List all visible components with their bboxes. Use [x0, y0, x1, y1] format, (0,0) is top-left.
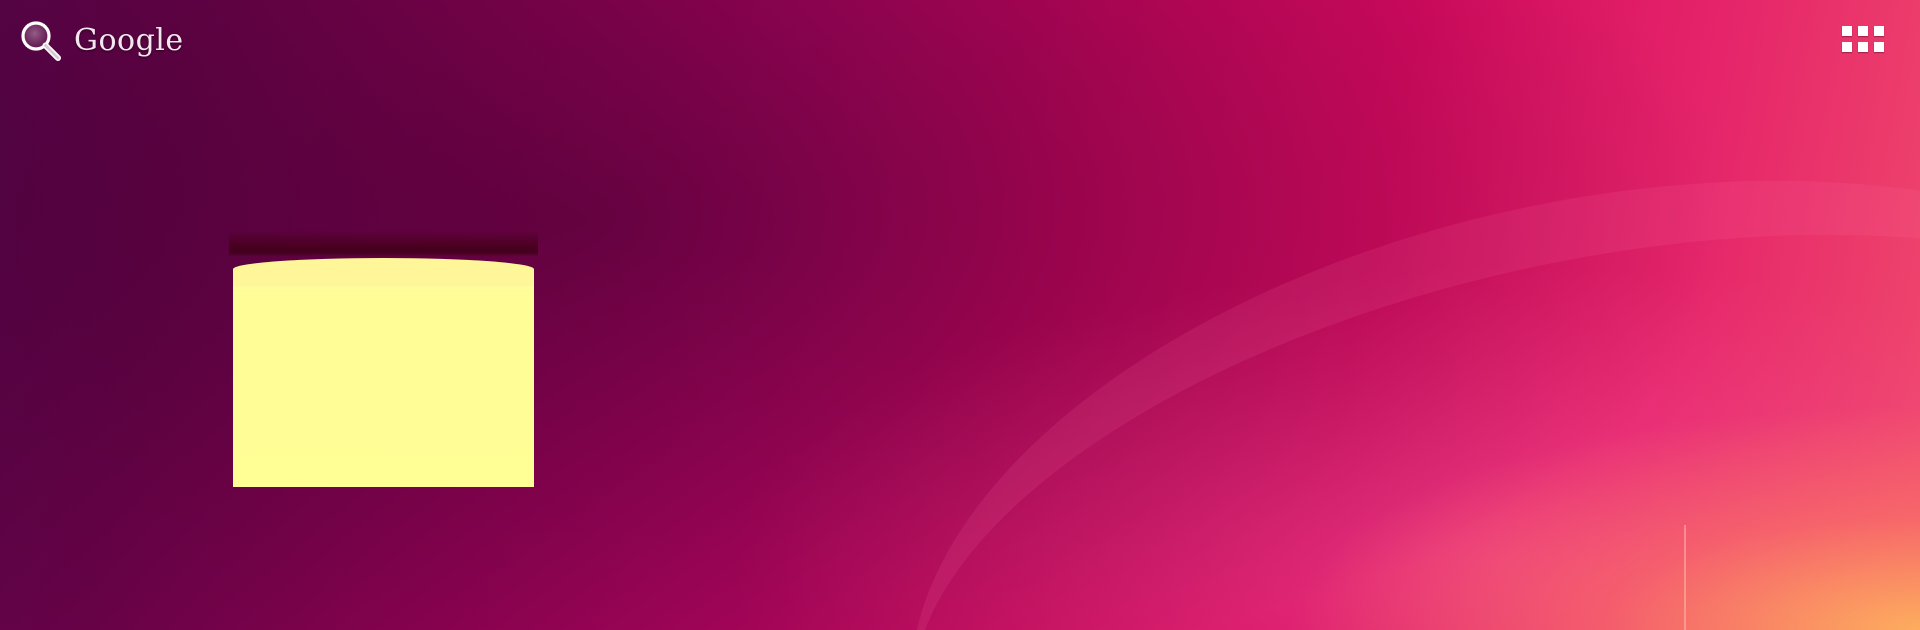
- google-search-bar[interactable]: Google: [18, 18, 184, 64]
- wallpaper-light-streak: [1684, 525, 1686, 630]
- sticky-note-paper: [233, 258, 534, 487]
- apps-grid-icon: [1858, 42, 1868, 52]
- apps-grid-icon: [1874, 26, 1884, 36]
- search-label: Google: [74, 23, 184, 58]
- apps-grid-icon: [1858, 26, 1868, 36]
- apps-grid-icon: [1874, 42, 1884, 52]
- sticky-note-widget[interactable]: [229, 230, 538, 487]
- search-icon: [21, 21, 61, 61]
- all-apps-button[interactable]: [1842, 26, 1886, 58]
- apps-grid-icon: [1842, 42, 1852, 52]
- apps-grid-icon: [1842, 26, 1852, 36]
